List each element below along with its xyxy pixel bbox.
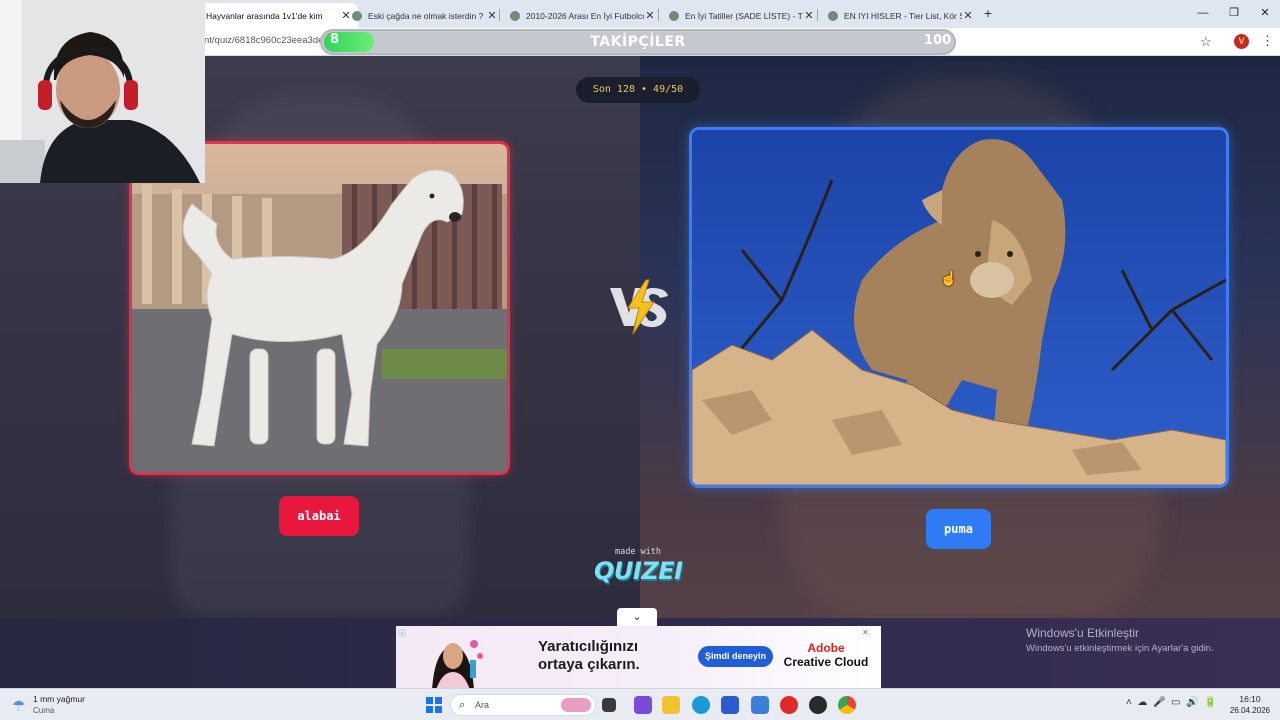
- close-window-icon[interactable]: ✕: [1258, 6, 1272, 20]
- adobe-ad-banner[interactable]: ⓘ Yaratıcılığınızı ortaya çıkarın. Şimdi…: [396, 626, 881, 688]
- activation-title: Windows'u Etkinleştir: [1026, 626, 1139, 640]
- ad-headline: Yaratıcılığınızı ortaya çıkarın.: [538, 638, 688, 674]
- tab-title: Eski çağda ne olmak isterdin ?: [368, 10, 484, 21]
- ad-try-now-button[interactable]: Şimdi deneyin: [698, 646, 774, 667]
- progress-total: 100: [924, 33, 952, 48]
- store-icon[interactable]: [721, 696, 739, 714]
- right-option-card[interactable]: [689, 127, 1229, 488]
- ad-woman-image: [432, 640, 483, 688]
- media-app-icon[interactable]: [809, 696, 827, 714]
- ad-info-icon[interactable]: ⓘ: [398, 628, 406, 639]
- hand-cursor-icon: ☝: [940, 270, 958, 286]
- tab-favicon-icon: [352, 10, 362, 21]
- taskbar-search[interactable]: ⌕ Ara: [450, 694, 596, 716]
- choose-puma-button[interactable]: puma: [926, 509, 991, 549]
- new-tab-icon[interactable]: +: [980, 5, 996, 21]
- clock-time[interactable]: 16:10: [1228, 694, 1272, 704]
- webcam-overlay: [0, 0, 205, 183]
- collapse-ad-chevron-icon[interactable]: ⌄: [617, 608, 657, 626]
- close-tab-icon[interactable]: ✕: [644, 9, 656, 22]
- choose-alabai-button[interactable]: alabai: [279, 496, 359, 536]
- tab-futbolcu[interactable]: 2010-2026 Arası En İyi Futbolcu ✕: [502, 3, 662, 28]
- ad-close-icon[interactable]: ✕: [862, 628, 869, 637]
- start-button[interactable]: [426, 697, 442, 713]
- opera-icon[interactable]: [780, 696, 798, 714]
- bookmark-star-icon[interactable]: ☆: [1200, 34, 1212, 50]
- ad-brand: Adobe Creative Cloud: [781, 641, 871, 669]
- browser-menu-icon[interactable]: ⋮: [1261, 33, 1274, 49]
- copilot-icon[interactable]: [634, 696, 652, 714]
- adobe-label: Adobe: [807, 641, 845, 655]
- task-view-icon[interactable]: [602, 698, 616, 712]
- file-explorer-icon[interactable]: [662, 696, 680, 714]
- close-tab-icon[interactable]: ✕: [962, 9, 974, 22]
- tab-hisler[interactable]: EN IYI HISLER - Tier List, Kör Sı ✕: [820, 3, 980, 28]
- ad-headline-line2: ortaya çıkarın.: [538, 656, 640, 673]
- search-highlight-icon: [561, 698, 591, 712]
- creative-cloud-label: Creative Cloud: [783, 655, 869, 669]
- tab-tatiller[interactable]: En İyi Tatiller (SADE LİSTE) - Tier ✕: [661, 3, 821, 28]
- close-tab-icon[interactable]: ✕: [803, 9, 815, 22]
- weather-summary: 1 mm yağmur: [33, 694, 85, 704]
- url-field[interactable]: nt/quiz/6818c960c23eea3de7: [204, 35, 329, 46]
- alabai-dog-image: [132, 144, 507, 472]
- streamer-webcam-image: [0, 0, 205, 183]
- tab-favicon-icon: [669, 10, 679, 21]
- clock-date[interactable]: 26.04.2026: [1226, 706, 1274, 715]
- tab-title: EN IYI HISLER - Tier List, Kör Sı: [844, 10, 962, 21]
- tab-title: Hayvanlar arasında 1v1'de kim: [206, 10, 323, 21]
- tab-title: En İyi Tatiller (SADE LİSTE) - Tier: [685, 10, 803, 21]
- restore-icon[interactable]: ❐: [1227, 6, 1241, 20]
- weather-day: Cuma: [33, 706, 55, 715]
- tab-hayvanlar[interactable]: Hayvanlar arasında 1v1'de kim ✕: [198, 3, 358, 28]
- tab-separator: [499, 9, 500, 21]
- close-tab-icon[interactable]: ✕: [486, 9, 498, 22]
- minimize-icon[interactable]: —: [1196, 6, 1210, 20]
- edge-icon[interactable]: [692, 696, 710, 714]
- activation-subtitle: Windows'u etkinleştirmek için Ayarlar'a …: [1026, 643, 1214, 654]
- versus-icon: [610, 279, 668, 335]
- chrome-icon[interactable]: [838, 696, 856, 714]
- windows-taskbar: ☂ 1 mm yağmur Cuma ⌕ Ara ˄ ☁ 🎤 ▭ 🔊 🔋 16:…: [0, 688, 1280, 720]
- tab-separator: [817, 9, 818, 21]
- extension-icon[interactable]: V: [1234, 34, 1249, 49]
- windows-activation-watermark: Windows'u Etkinleştir Windows'u etkinleş…: [1026, 626, 1214, 654]
- puma-image: [692, 130, 1226, 485]
- rain-weather-icon[interactable]: ☂: [12, 697, 25, 715]
- tab-title: 2010-2026 Arası En İyi Futbolcu: [526, 10, 644, 21]
- search-icon: ⌕: [459, 699, 466, 711]
- ad-headline-line1: Yaratıcılığınızı: [538, 638, 639, 655]
- search-placeholder: Ara: [475, 700, 490, 710]
- tab-eski-cag[interactable]: Eski çağda ne olmak isterdin ? ✕: [344, 3, 504, 28]
- tab-favicon-icon: [510, 10, 520, 21]
- system-tray-icons[interactable]: ˄ ☁ 🎤 ▭ 🔊 🔋: [1126, 697, 1216, 708]
- round-indicator: Son 128 • 49/50: [576, 77, 700, 103]
- tab-favicon-icon: [828, 10, 838, 21]
- mail-icon[interactable]: [751, 696, 769, 714]
- made-with-label: made with: [614, 547, 662, 557]
- quizei-logo[interactable]: QUIZEI: [594, 557, 683, 585]
- progress-title: TAKİPÇİLER: [590, 34, 686, 50]
- tab-separator: [658, 9, 659, 21]
- left-option-card[interactable]: [129, 141, 510, 475]
